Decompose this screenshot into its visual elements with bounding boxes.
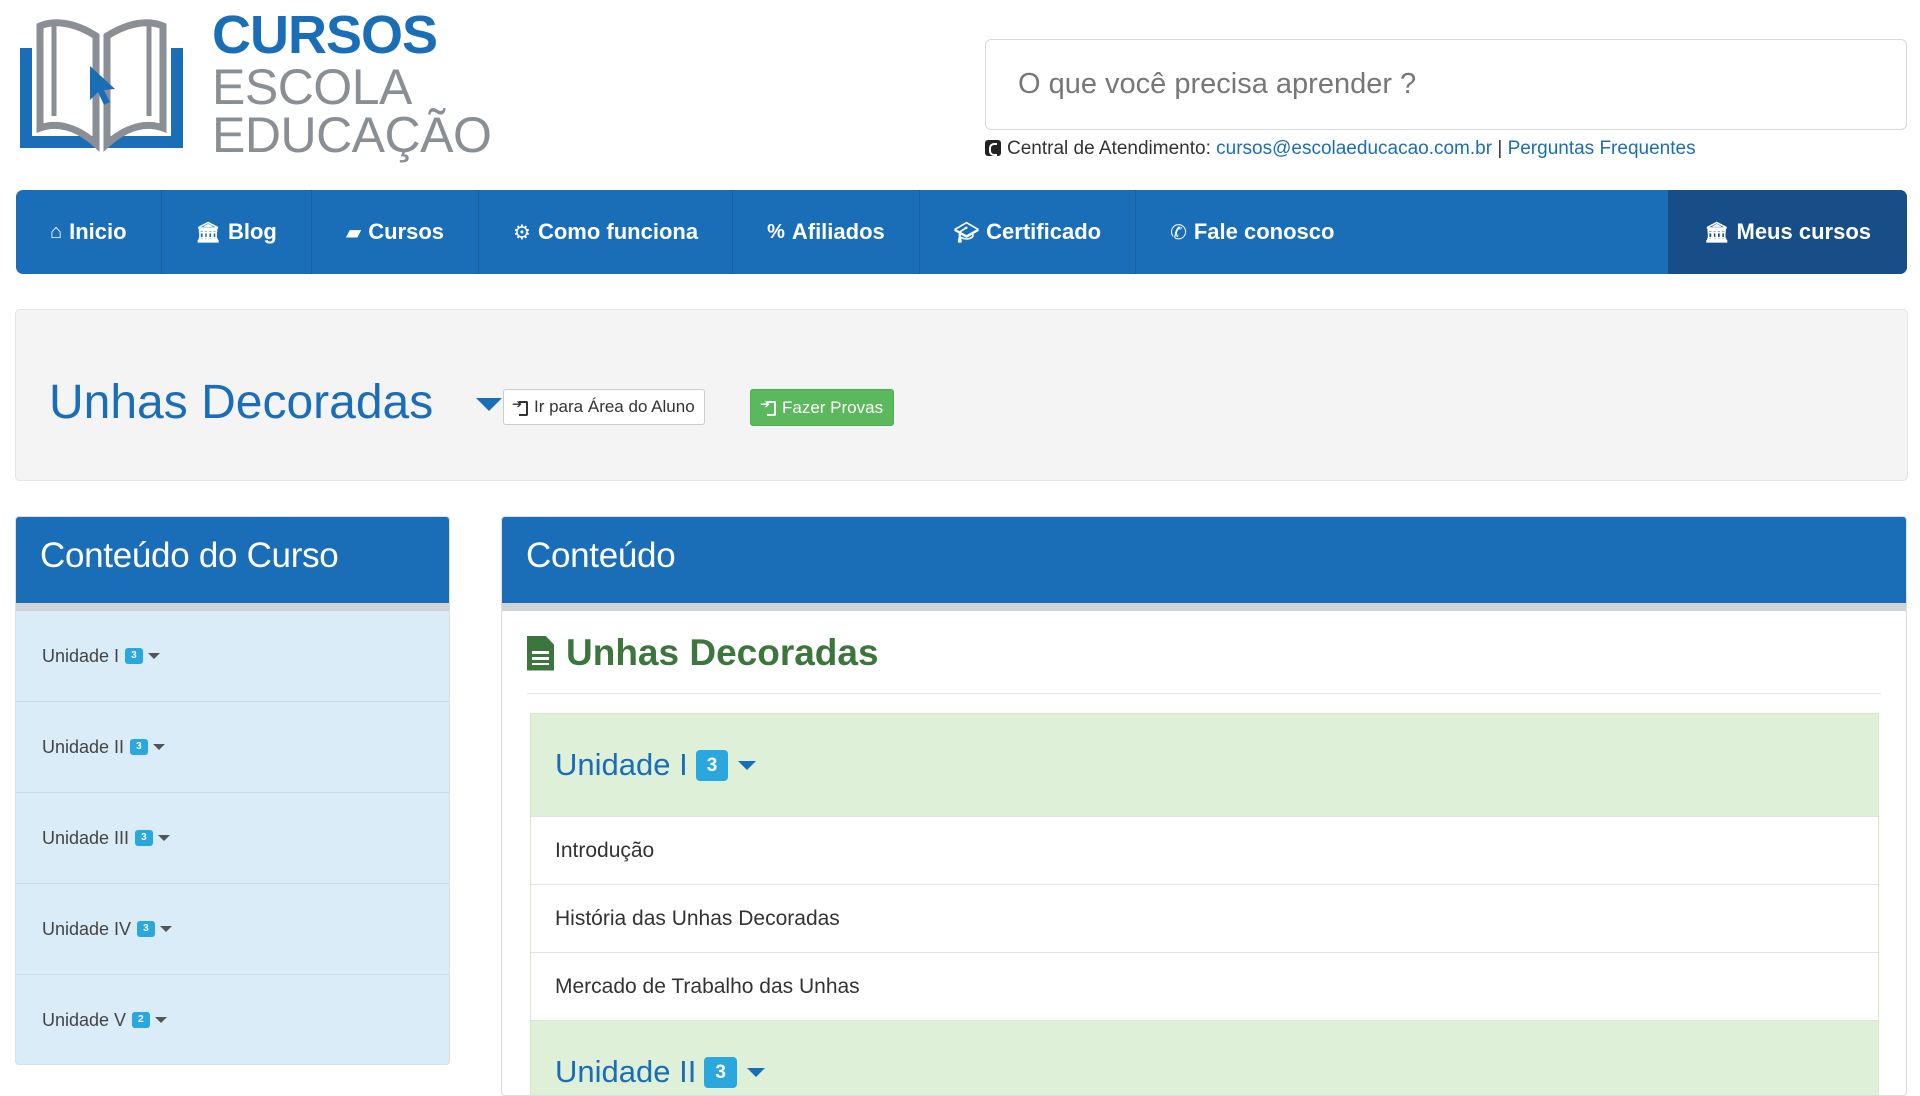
caret-down-icon xyxy=(154,1017,167,1023)
percent-icon: % xyxy=(767,220,785,243)
support-line: Central de Atendimento: cursos@escolaedu… xyxy=(985,138,1696,160)
lesson-label: História das Unhas Decoradas xyxy=(555,906,840,930)
sign-in-icon xyxy=(760,397,776,416)
gears-icon: ⚙ xyxy=(513,221,531,244)
home-icon: ⌂ xyxy=(50,220,63,243)
unit-group-label: Unidade II xyxy=(555,1054,697,1089)
bank-icon: 🏛︎ xyxy=(195,221,221,244)
nav-item-como-funciona[interactable]: ⚙ Como funciona xyxy=(479,190,734,274)
faq-link[interactable]: Perguntas Frequentes xyxy=(1508,138,1696,159)
lesson-label: Mercado de Trabalho das Unhas xyxy=(555,974,860,998)
nav-item-afiliados[interactable]: % Afiliados xyxy=(733,190,920,274)
take-exams-label: Fazer Provas xyxy=(782,397,884,417)
lesson-item[interactable]: História das Unhas Decoradas xyxy=(531,884,1878,952)
count-badge: 3 xyxy=(135,830,153,846)
lesson-item[interactable]: Mercado de Trabalho das Unhas xyxy=(531,952,1878,1020)
support-separator: | xyxy=(1492,138,1508,159)
sidebar-heading-text: Conteúdo do Curso xyxy=(40,536,339,575)
caret-down-icon[interactable] xyxy=(476,398,502,411)
content-title: Unhas Decoradas xyxy=(527,632,879,674)
content-heading-text: Conteúdo xyxy=(526,536,676,575)
sidebar-item-label: Unidade II xyxy=(42,736,125,757)
sidebar-item-unidade-ii[interactable]: Unidade II 3 xyxy=(16,702,449,793)
nav-item-label: Como funciona xyxy=(537,219,699,244)
support-email-link[interactable]: cursos@escolaeducacao.com.br xyxy=(1216,138,1492,159)
sidebar-item-unidade-iii[interactable]: Unidade III 3 xyxy=(16,793,449,884)
sidebar-heading: Conteúdo do Curso xyxy=(16,517,449,611)
caret-down-icon xyxy=(738,760,757,770)
course-title-bar: Unhas Decoradas Ir para Área do Aluno Fa… xyxy=(15,309,1908,481)
count-badge: 3 xyxy=(130,739,148,755)
unit-group-label: Unidade I xyxy=(555,747,688,782)
logo-line-escola: ESCOLA xyxy=(212,59,412,115)
lesson-item[interactable]: Introdução xyxy=(531,816,1878,884)
nav-item-certificado[interactable]: 🎓︎ Certificado xyxy=(920,190,1137,274)
phone-square-icon xyxy=(985,140,1001,156)
book-icon: ▰ xyxy=(345,221,362,244)
count-badge: 3 xyxy=(137,921,155,937)
sidebar-item-unidade-i[interactable]: Unidade I 3 xyxy=(16,611,449,702)
nav-item-inicio[interactable]: ⌂ Inicio xyxy=(16,190,162,274)
nav-item-label: Afiliados xyxy=(791,219,885,244)
nav-item-label: Meus cursos xyxy=(1736,219,1872,244)
count-badge: 3 xyxy=(695,749,729,781)
go-to-student-area-button[interactable]: Ir para Área do Aluno xyxy=(503,389,705,425)
count-badge: 2 xyxy=(132,1012,150,1028)
unit-group-unidade-ii: Unidade II 3 xyxy=(530,1020,1879,1095)
unit-group-header[interactable]: Unidade I 3 xyxy=(531,714,1878,816)
caret-down-icon xyxy=(746,1067,765,1077)
sidebar-item-label: Unidade III xyxy=(42,827,130,848)
nav-item-label: Inicio xyxy=(69,219,127,244)
nav-item-blog[interactable]: 🏛︎ Blog xyxy=(162,190,312,274)
site-header: CURSOS ESCOLA EDUCAÇÃO Central de Atendi… xyxy=(0,0,1920,185)
course-title[interactable]: Unhas Decoradas xyxy=(49,375,433,430)
count-badge: 3 xyxy=(125,648,143,664)
caret-down-icon xyxy=(147,653,160,659)
unit-group-header[interactable]: Unidade II 3 xyxy=(531,1021,1878,1095)
logo-text: CURSOS ESCOLA EDUCAÇÃO xyxy=(212,5,492,163)
file-text-icon xyxy=(527,635,554,671)
caret-down-icon xyxy=(159,926,172,932)
graduation-cap-icon: 🎓︎ xyxy=(953,221,980,244)
divider xyxy=(527,693,1881,694)
sidebar-item-label: Unidade V xyxy=(42,1009,127,1030)
logo-line-cursos: CURSOS xyxy=(212,5,438,65)
caret-down-icon xyxy=(152,744,165,750)
sidebar-item-unidade-iv[interactable]: Unidade IV 3 xyxy=(16,884,449,975)
lesson-label: Introdução xyxy=(555,838,655,862)
course-content-sidebar: Conteúdo do Curso Unidade I 3 Unidade II… xyxy=(15,516,450,1065)
support-label: Central de Atendimento: xyxy=(1007,138,1217,159)
phone-icon: ✆ xyxy=(1170,221,1187,244)
sign-in-icon xyxy=(512,397,528,416)
sidebar-item-label: Unidade IV xyxy=(42,918,132,939)
logo-line-educacao: EDUCAÇÃO xyxy=(212,107,492,163)
main-navbar: ⌂ Inicio 🏛︎ Blog ▰ Cursos ⚙ Como funcion… xyxy=(16,190,1907,274)
search-input[interactable] xyxy=(985,39,1907,130)
bank-icon: 🏛︎ xyxy=(1704,221,1730,244)
content-title-text: Unhas Decoradas xyxy=(566,632,879,673)
go-to-student-area-label: Ir para Área do Aluno xyxy=(534,397,695,416)
nav-item-label: Cursos xyxy=(368,219,445,244)
take-exams-button[interactable]: Fazer Provas xyxy=(750,389,895,426)
nav-item-meus-cursos[interactable]: 🏛︎ Meus cursos xyxy=(1668,190,1907,274)
unit-group-unidade-i: Unidade I 3 Introdução História das Unha… xyxy=(530,713,1879,1021)
sidebar-item-label: Unidade I xyxy=(42,645,120,666)
sidebar-item-unidade-v[interactable]: Unidade V 2 xyxy=(16,975,449,1064)
site-logo[interactable]: CURSOS ESCOLA EDUCAÇÃO xyxy=(14,8,492,160)
caret-down-icon xyxy=(157,835,170,841)
nav-item-fale-conosco[interactable]: ✆ Fale conosco xyxy=(1136,190,1368,274)
nav-item-label: Blog xyxy=(227,219,277,244)
nav-item-cursos[interactable]: ▰ Cursos xyxy=(312,190,480,274)
open-book-cursor-icon xyxy=(20,19,183,152)
nav-item-label: Certificado xyxy=(986,219,1102,244)
nav-item-label: Fale conosco xyxy=(1193,219,1335,244)
content-panel: Conteúdo Unhas Decoradas Unidade I 3 Int… xyxy=(501,516,1907,1096)
content-heading: Conteúdo xyxy=(502,517,1906,611)
count-badge: 3 xyxy=(704,1056,737,1088)
